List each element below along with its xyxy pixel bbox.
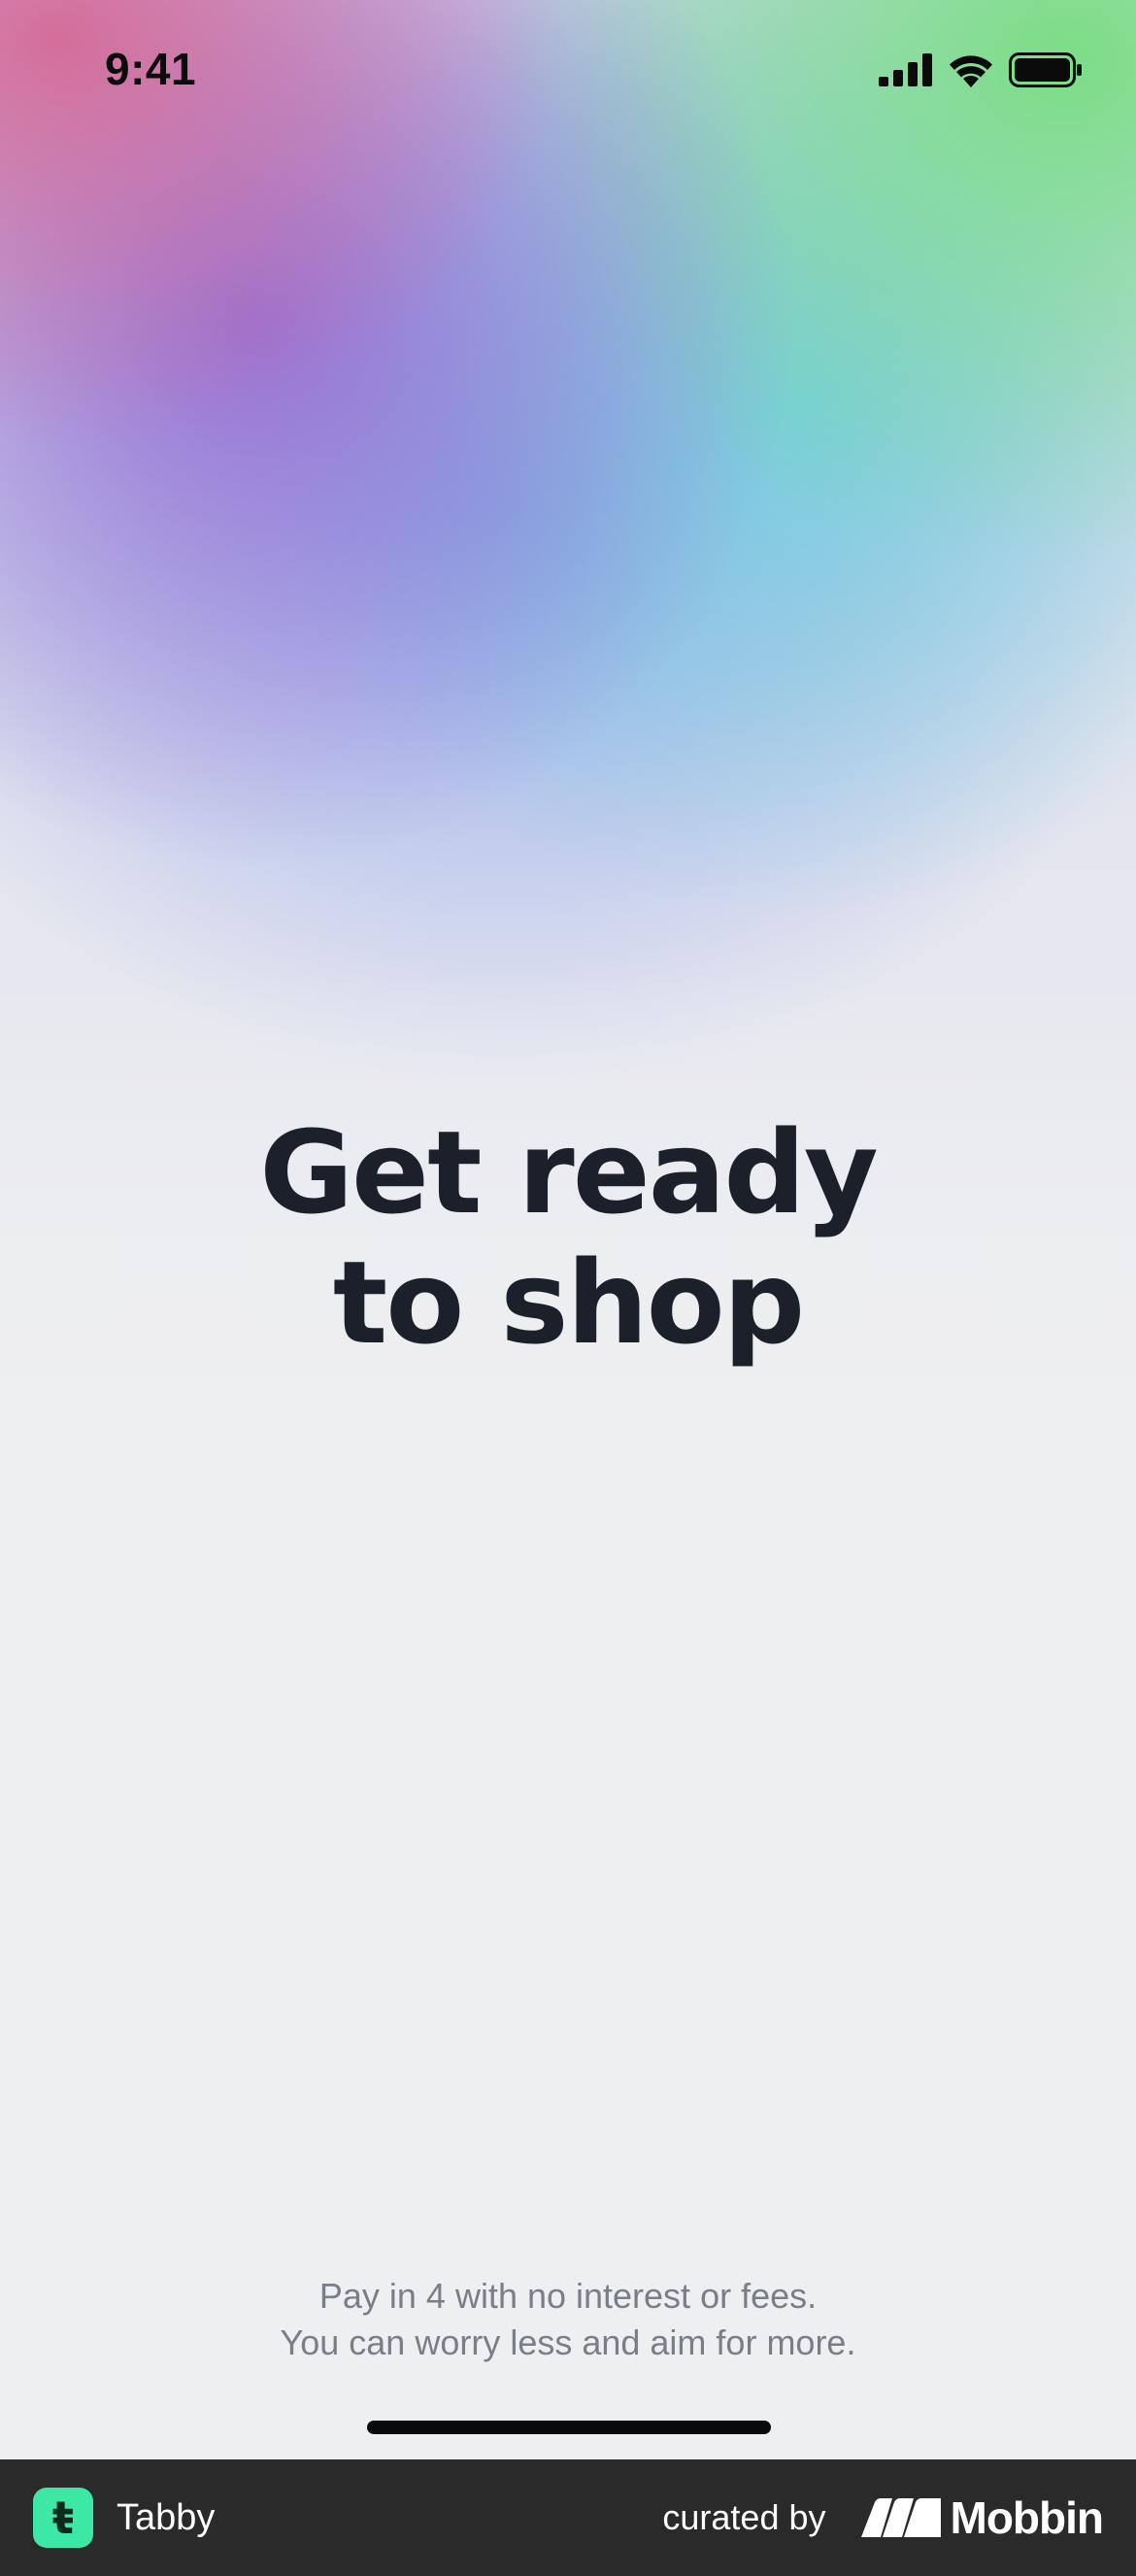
app-attribution: ŧ Tabby [33,2488,215,2548]
app-name: Tabby [117,2496,216,2538]
status-time: 9:41 [105,44,197,94]
tabby-logo-letter: ŧ [52,2491,74,2544]
onboarding-screen: 9:41 Get ready to shop Pay in 4 with no … [0,0,1136,2459]
curator-attribution: curated by Mobbin [662,2491,1104,2544]
subtitle-line-2: You can worry less and aim for more. [280,2322,856,2362]
tabby-app-icon: ŧ [33,2488,93,2548]
headline-line-2: to shop [332,1236,805,1370]
mobbin-brand-name: Mobbin [950,2492,1104,2543]
wifi-icon [950,55,992,87]
subtitle-line-1: Pay in 4 with no interest or fees. [318,2276,818,2316]
home-indicator[interactable] [367,2421,771,2434]
subtitle: Pay in 4 with no interest or fees. You c… [0,2273,1136,2366]
curated-by-label: curated by [662,2497,826,2537]
headline-line-1: Get ready [259,1105,879,1239]
status-icons [879,52,1083,87]
battery-icon [1009,52,1082,87]
page-title: Get ready to shop [0,1107,1136,1368]
status-bar: 9:41 [0,0,1136,146]
attribution-footer: ŧ Tabby curated by Mobbin [0,2459,1136,2576]
mobbin-brand[interactable]: Mobbin [860,2491,1104,2544]
mobbin-logo-icon [860,2498,941,2537]
cellular-signal-icon [879,53,932,86]
